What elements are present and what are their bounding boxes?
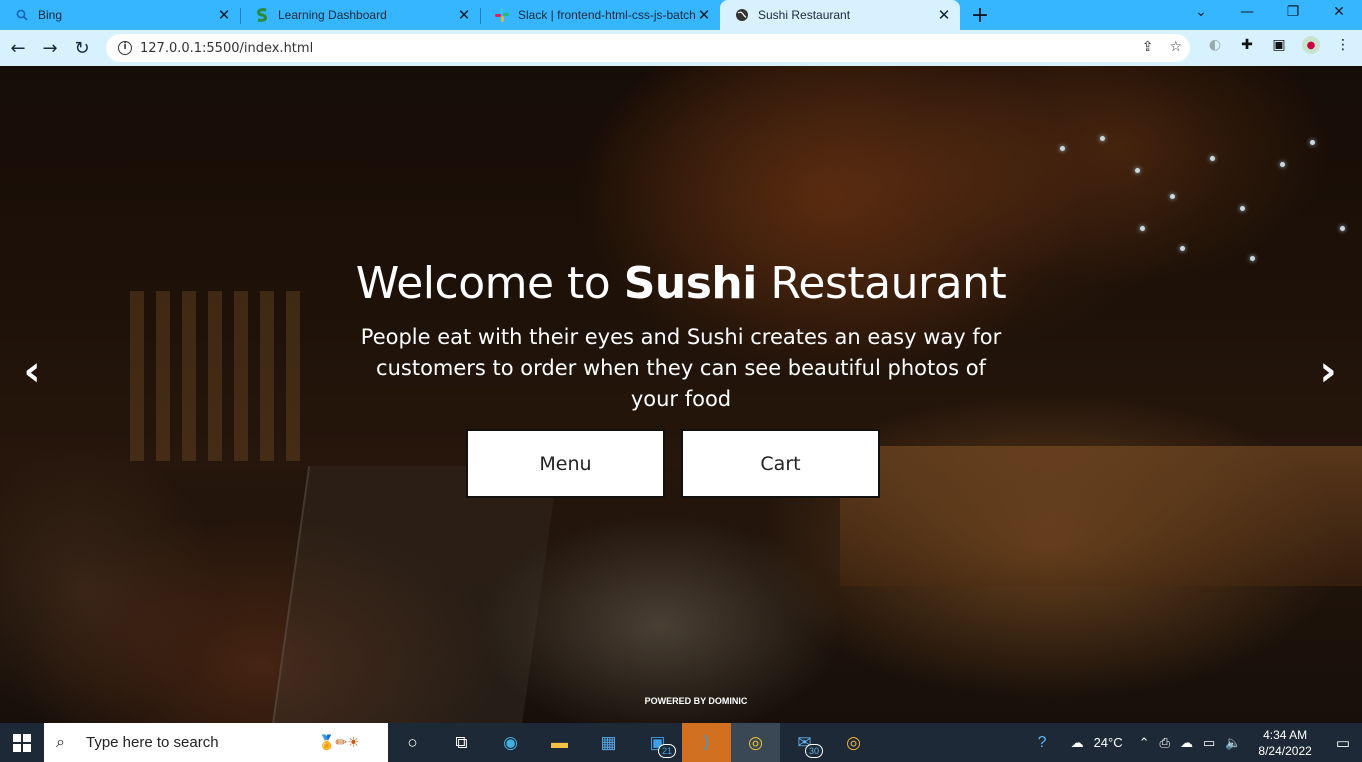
chevron-up-icon[interactable]: ⌃ <box>1134 735 1155 751</box>
side-panel-icon[interactable]: ▣ <box>1270 36 1288 54</box>
weather-cloud-icon[interactable]: ☁ <box>1066 735 1089 751</box>
chrome-canary-icon[interactable]: ◎ <box>829 723 878 762</box>
file-explorer-icon[interactable]: ▬ <box>535 723 584 762</box>
store-icon[interactable]: ▦ <box>584 723 633 762</box>
windows-taskbar: ⌕ Type here to search 🏅✏☀ ○ ⧉ ◉ ▬ ▦ ▣ 21 … <box>0 723 1362 762</box>
search-icon <box>14 7 30 23</box>
search-highlight-icon[interactable]: 🏅✏☀ <box>318 734 388 751</box>
extensions-puzzle-icon[interactable]: ✚ <box>1238 36 1256 54</box>
minimize-icon[interactable]: — <box>1224 0 1270 24</box>
profile-avatar-icon[interactable]: ● <box>1302 36 1320 54</box>
teams-icon[interactable]: ▣ 21 <box>633 723 682 762</box>
url-text: 127.0.0.1:5500/index.html <box>140 40 314 56</box>
tab-learning-dashboard[interactable]: Learning Dashboard ✕ <box>240 0 480 30</box>
tab-slack[interactable]: Slack | frontend-html-css-js-batch ✕ <box>480 0 720 30</box>
search-placeholder: Type here to search <box>86 734 219 751</box>
share-icon[interactable]: ⇪ <box>1142 39 1154 55</box>
hero-content: Welcome to Sushi Restaurant People eat w… <box>0 256 1362 498</box>
hero-title-brand: Sushi <box>623 258 758 309</box>
onedrive-icon[interactable]: ☁ <box>1175 735 1198 751</box>
address-bar[interactable]: i 127.0.0.1:5500/index.html ⇪ ☆ <box>106 34 1190 62</box>
vscode-icon[interactable]: ⟩ <box>682 723 731 762</box>
clock-date: 8/24/2022 <box>1258 743 1312 758</box>
system-tray: ? ☁ 24°C ⌃ ⎙ ☁ ▭ 🔈 4:34 AM 8/24/2022 ▭ <box>1033 723 1362 762</box>
battery-icon[interactable]: ▭ <box>1198 735 1220 751</box>
search-icon: ⌕ <box>56 733 65 751</box>
help-icon[interactable]: ? <box>1033 734 1052 752</box>
tab-title: Learning Dashboard <box>278 8 387 22</box>
grammarly-icon[interactable]: ◐ <box>1206 36 1224 54</box>
browser-toolbar: ← → ↻ i 127.0.0.1:5500/index.html ⇪ ☆ <box>0 30 1362 66</box>
site-info-icon[interactable]: i <box>118 41 132 55</box>
tab-title: Bing <box>38 8 63 22</box>
close-icon[interactable]: ✕ <box>936 6 952 24</box>
taskbar-search-box[interactable]: ⌕ Type here to search 🏅✏☀ <box>44 723 388 762</box>
hero-carousel: ‹ › Welcome to Sushi Restaurant People e… <box>0 66 1362 723</box>
meet-now-icon[interactable]: ⎙ <box>1155 735 1175 751</box>
tab-bing[interactable]: Bing ✕ <box>0 0 240 30</box>
mail-icon[interactable]: ✉ 30 <box>780 723 829 762</box>
weather-temperature[interactable]: 24°C <box>1089 735 1128 750</box>
chrome-icon[interactable]: ◎ <box>731 723 780 762</box>
tab-title: Slack | frontend-html-css-js-batch <box>518 8 696 22</box>
extension-bar: ◐ ✚ ▣ ● ⋮ <box>1206 36 1352 54</box>
volume-icon[interactable]: 🔈 <box>1220 735 1246 751</box>
cortana-icon[interactable]: ○ <box>388 723 437 762</box>
close-icon[interactable]: ✕ <box>216 6 232 24</box>
hero-title-suffix: Restaurant <box>756 258 1007 309</box>
restore-icon[interactable]: ❐ <box>1270 0 1316 24</box>
notifications-icon[interactable]: ▭ <box>1324 734 1362 752</box>
task-view-icon[interactable]: ⧉ <box>437 723 486 762</box>
new-tab-button[interactable]: + <box>960 0 1000 30</box>
start-button[interactable] <box>0 723 44 762</box>
reload-icon[interactable]: ↻ <box>66 32 98 64</box>
hero-subtitle: People eat with their eyes and Sushi cre… <box>360 325 1002 411</box>
teams-badge: 21 <box>657 744 676 758</box>
forward-arrow-icon[interactable]: → <box>34 32 66 64</box>
clock-time: 4:34 AM <box>1263 727 1308 742</box>
window-controls: ⌄ — ❐ ✕ <box>1178 0 1362 30</box>
back-arrow-icon[interactable]: ← <box>2 32 34 64</box>
hero-title: Welcome to Sushi Restaurant <box>0 256 1362 312</box>
close-window-icon[interactable]: ✕ <box>1316 0 1362 24</box>
mail-badge: 30 <box>804 744 823 758</box>
close-icon[interactable]: ✕ <box>696 6 712 24</box>
tab-sushi-restaurant[interactable]: Sushi Restaurant ✕ <box>720 0 960 30</box>
s-logo-icon <box>254 7 270 23</box>
close-icon[interactable]: ✕ <box>456 6 472 24</box>
hero-title-prefix: Welcome to <box>355 258 624 309</box>
cart-button[interactable]: Cart <box>681 429 880 498</box>
tab-title: Sushi Restaurant <box>758 8 851 22</box>
hero-button-group: Menu Cart <box>0 429 1362 498</box>
slack-icon <box>494 7 510 23</box>
chevron-down-icon[interactable]: ⌄ <box>1178 0 1224 24</box>
windows-logo-icon <box>13 733 31 752</box>
more-options-icon[interactable]: ⋮ <box>1334 36 1352 54</box>
menu-button[interactable]: Menu <box>466 429 665 498</box>
globe-icon <box>734 7 750 23</box>
system-clock[interactable]: 4:34 AM 8/24/2022 <box>1246 727 1323 759</box>
edge-icon[interactable]: ◉ <box>486 723 535 762</box>
browser-tab-strip: Bing ✕ Learning Dashboard ✕ Slack | fron… <box>0 0 1362 30</box>
powered-by-credit: POWERED BY DOMINIC <box>644 696 748 706</box>
bookmark-star-icon[interactable]: ☆ <box>1169 39 1182 55</box>
